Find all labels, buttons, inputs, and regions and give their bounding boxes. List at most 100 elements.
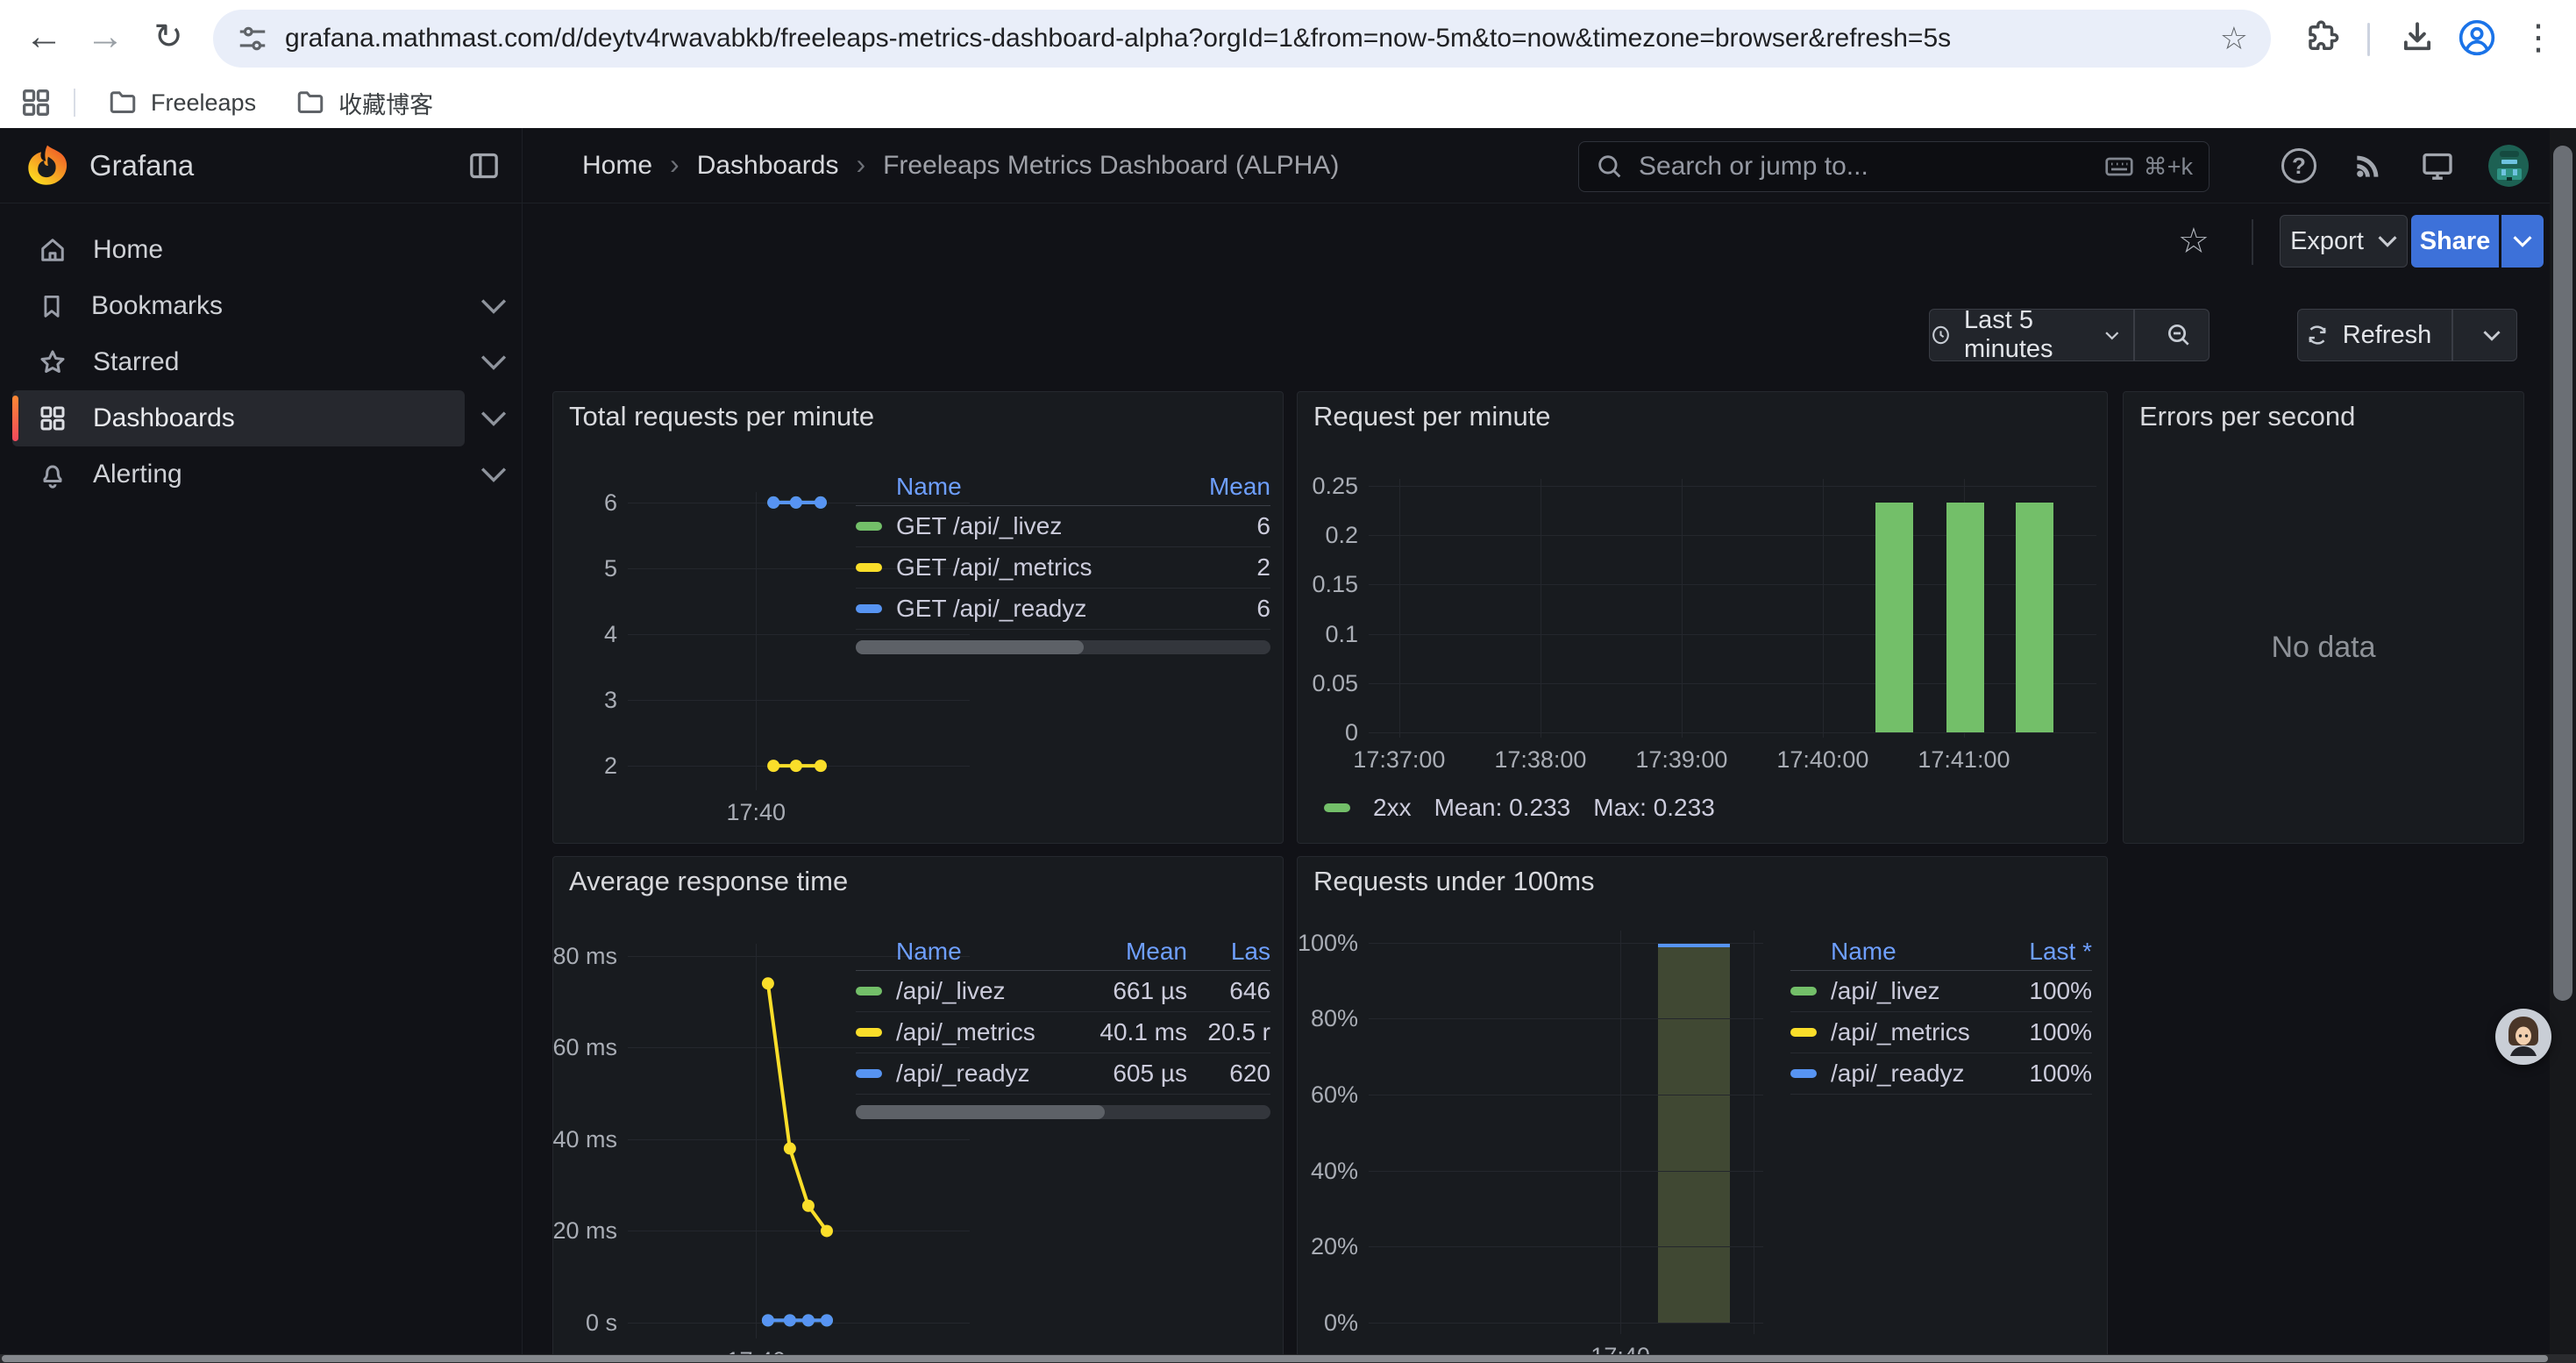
floating-assistant-avatar[interactable] xyxy=(2495,1009,2551,1065)
forward-icon[interactable]: → xyxy=(77,9,133,65)
chevron-down-icon[interactable] xyxy=(480,297,507,315)
folder-icon xyxy=(295,87,326,118)
legend-row[interactable]: /api/_readyz100% xyxy=(1790,1053,2092,1095)
export-button[interactable]: Export xyxy=(2280,215,2408,268)
horizontal-scrollbar-thumb[interactable] xyxy=(2,1355,2548,1362)
legend-row[interactable]: /api/_livez661 µs646 xyxy=(856,971,1270,1012)
series-swatch[interactable] xyxy=(856,1069,882,1078)
chevron-down-icon[interactable] xyxy=(480,466,507,483)
share-button[interactable]: Share xyxy=(2411,215,2499,268)
series-swatch[interactable] xyxy=(856,563,882,572)
series-swatch[interactable] xyxy=(1790,987,1817,995)
sidebar-item-starred[interactable]: Starred xyxy=(12,334,465,390)
legend-scrollbar[interactable] xyxy=(856,640,1270,654)
chevron-down-icon xyxy=(2105,330,2119,341)
legend-col-name[interactable]: Name xyxy=(1790,938,1978,966)
sidebar-item-bookmarks[interactable]: Bookmarks xyxy=(12,278,465,334)
series-swatch[interactable] xyxy=(856,1028,882,1037)
star-icon xyxy=(37,346,68,378)
bookmark-star-icon[interactable]: ☆ xyxy=(2220,23,2248,54)
bookmark-folder-blogs[interactable]: 收藏博客 xyxy=(275,83,452,122)
refresh-group: Refresh xyxy=(2297,309,2517,361)
legend-col[interactable]: Last * xyxy=(1978,938,2092,966)
panel-title[interactable]: Requests under 100ms xyxy=(1313,866,1595,897)
y-axis-label: 0% xyxy=(1297,1309,1358,1337)
series-swatch[interactable] xyxy=(856,522,882,531)
help-icon[interactable]: ? xyxy=(2279,146,2319,186)
series-swatch[interactable] xyxy=(856,604,882,613)
gridline xyxy=(1682,479,1683,738)
gridline xyxy=(1369,634,2096,635)
horizontal-scrollbar[interactable] xyxy=(0,1354,2576,1363)
apps-grid-icon[interactable] xyxy=(11,77,61,128)
legend-col[interactable]: Las xyxy=(1187,938,1270,966)
legend-series-label[interactable]: 2xx xyxy=(1373,794,1412,822)
downloads-icon[interactable] xyxy=(2392,12,2443,63)
chevron-down-icon[interactable] xyxy=(480,410,507,427)
legend-col-name[interactable]: Name xyxy=(856,938,1056,966)
profile-icon[interactable] xyxy=(2451,12,2502,63)
extensions-icon[interactable] xyxy=(2297,12,2348,63)
share-menu-button[interactable] xyxy=(2501,215,2544,268)
series-swatch[interactable] xyxy=(1790,1069,1817,1078)
legend-row[interactable]: GET /api/_readyz6 xyxy=(856,589,1270,630)
news-rss-icon[interactable] xyxy=(2348,146,2388,186)
y-axis-label: 0.1 xyxy=(1297,620,1358,648)
back-icon[interactable]: ← xyxy=(16,9,72,65)
vertical-scrollbar[interactable] xyxy=(2550,128,2576,1354)
panel-title[interactable]: Total requests per minute xyxy=(569,401,874,432)
url-text[interactable]: grafana.mathmast.com/d/deytv4rwavabkb/fr… xyxy=(285,24,2204,54)
sidebar-item-home[interactable]: Home xyxy=(12,222,465,278)
legend-row[interactable]: GET /api/_metrics2 xyxy=(856,547,1270,589)
y-axis-label: 40 ms xyxy=(552,1125,617,1153)
bar[interactable] xyxy=(1875,503,1913,732)
bar[interactable] xyxy=(2016,503,2053,732)
panel-title[interactable]: Request per minute xyxy=(1313,401,1551,432)
toolbar-divider xyxy=(2367,23,2370,56)
y-axis-label: 80% xyxy=(1297,1004,1358,1032)
chart-plot: 100%80%60%40%20%0%17:40 xyxy=(1369,931,1763,1334)
gridline xyxy=(1369,584,2096,585)
sidebar-item-alerting[interactable]: Alerting xyxy=(12,446,465,503)
zoom-out-button[interactable] xyxy=(2149,310,2209,360)
chevron-down-icon[interactable] xyxy=(480,353,507,371)
legend-row[interactable]: /api/_metrics100% xyxy=(1790,1012,2092,1053)
breadcrumb-dashboards[interactable]: Dashboards xyxy=(697,151,839,181)
legend-row[interactable]: /api/_readyz605 µs620 xyxy=(856,1053,1270,1095)
panel-title[interactable]: Errors per second xyxy=(2139,401,2355,432)
sidebar-toggle-icon[interactable] xyxy=(465,146,503,185)
vertical-scrollbar-thumb[interactable] xyxy=(2553,146,2572,1001)
bookmark-folder-freeleaps[interactable]: Freeleaps xyxy=(88,83,275,122)
browser-menu-icon[interactable]: ⋮ xyxy=(2513,12,2564,63)
legend-col[interactable]: Mean xyxy=(1165,473,1270,501)
legend-scrollbar[interactable] xyxy=(856,1105,1270,1119)
url-bar[interactable]: grafana.mathmast.com/d/deytv4rwavabkb/fr… xyxy=(213,10,2271,68)
reload-icon[interactable]: ↻ xyxy=(140,9,196,65)
refresh-button[interactable]: Refresh xyxy=(2298,310,2437,360)
favorite-dashboard-star-icon[interactable]: ☆ xyxy=(2178,221,2210,261)
time-range-picker[interactable]: Last 5 minutes xyxy=(1930,310,2119,360)
legend-col[interactable]: Mean xyxy=(1056,938,1187,966)
legend-row[interactable]: GET /api/_livez6 xyxy=(856,506,1270,547)
series-swatch[interactable] xyxy=(856,987,882,995)
grafana-logo-icon[interactable] xyxy=(25,143,70,189)
user-avatar[interactable] xyxy=(2488,146,2529,186)
bar[interactable] xyxy=(1946,503,1984,732)
panel-title[interactable]: Average response time xyxy=(569,866,848,897)
gridline xyxy=(1369,1018,1763,1019)
legend-row[interactable]: /api/_metrics40.1 ms20.5 r xyxy=(856,1012,1270,1053)
sidebar-item-dashboards[interactable]: Dashboards xyxy=(12,390,465,446)
legend-col-name[interactable]: Name xyxy=(856,473,1165,501)
legend-row[interactable]: /api/_livez100% xyxy=(1790,971,2092,1012)
series-swatch[interactable] xyxy=(1790,1028,1817,1037)
bar[interactable] xyxy=(1658,943,1730,1323)
sidebar-item-label: Home xyxy=(93,235,163,265)
y-axis-label: 60 ms xyxy=(552,1033,617,1061)
breadcrumb-home[interactable]: Home xyxy=(582,151,652,181)
monitor-icon[interactable] xyxy=(2417,146,2458,186)
active-indicator xyxy=(12,396,18,441)
site-settings-icon[interactable] xyxy=(236,22,269,55)
refresh-interval-button[interactable] xyxy=(2467,310,2516,360)
home-icon xyxy=(37,234,68,266)
search-input[interactable]: Search or jump to... ⌘+k xyxy=(1578,141,2210,192)
